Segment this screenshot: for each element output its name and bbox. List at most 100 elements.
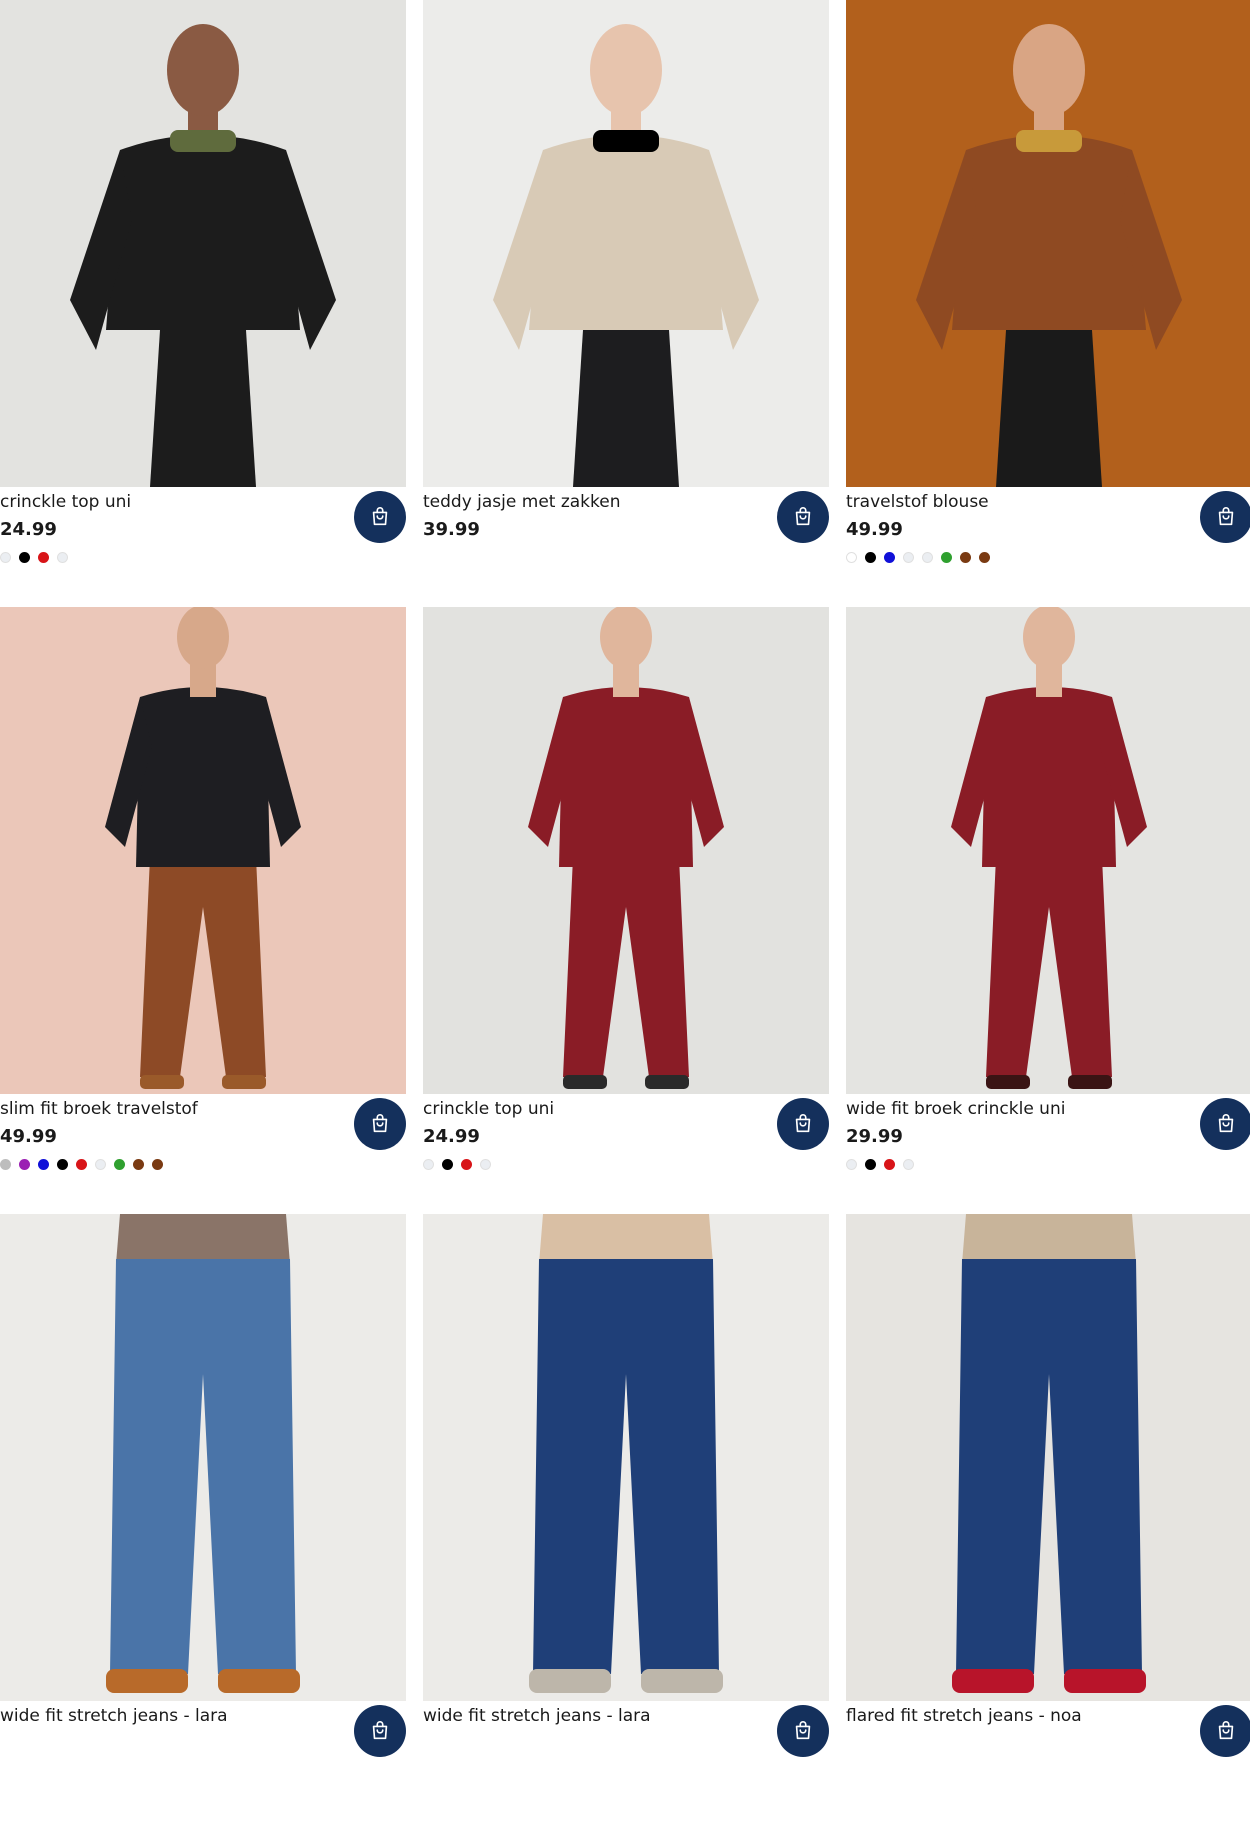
product-price: 29.99 (846, 1126, 903, 1147)
color-swatch[interactable] (19, 1159, 30, 1170)
color-swatch[interactable] (38, 552, 49, 563)
color-swatch[interactable] (461, 1159, 472, 1170)
shopping-bag-icon (372, 1114, 388, 1133)
color-swatch[interactable] (19, 552, 30, 563)
model-top (982, 687, 1116, 867)
product-title[interactable]: slim fit broek travelstof (0, 1098, 330, 1120)
product-photo[interactable] (423, 1214, 829, 1701)
color-swatch[interactable] (903, 552, 914, 563)
color-swatch[interactable] (884, 1159, 895, 1170)
product-info: wide fit stretch jeans - lara (0, 1701, 406, 1821)
color-swatch[interactable] (0, 552, 11, 563)
model-photo-image (846, 1214, 1250, 1701)
model-top (116, 1214, 290, 1264)
product-photo[interactable] (0, 607, 406, 1094)
product-card[interactable]: slim fit broek travelstof 49.99 (0, 607, 406, 1214)
product-photo[interactable] (423, 607, 829, 1094)
model-photo-image (846, 607, 1250, 1094)
product-card[interactable]: travelstof blouse 49.99 (846, 0, 1250, 607)
shopping-bag-icon (795, 507, 811, 526)
product-title[interactable]: crinckle top uni (423, 1098, 753, 1120)
product-card[interactable]: wide fit stretch jeans - lara (0, 1214, 406, 1821)
product-photo[interactable] (0, 0, 406, 487)
model-head (167, 24, 239, 116)
model-accessory (170, 130, 236, 152)
model-photo-image (0, 607, 406, 1094)
shopping-bag-icon (372, 1721, 388, 1740)
product-info: wide fit broek crinckle uni 29.99 (846, 1094, 1250, 1214)
color-swatch[interactable] (38, 1159, 49, 1170)
add-to-cart-button[interactable] (354, 1098, 406, 1150)
product-card[interactable]: crinckle top uni 24.99 (423, 607, 829, 1214)
product-info: travelstof blouse 49.99 (846, 487, 1250, 607)
product-card[interactable]: wide fit stretch jeans - lara (423, 1214, 829, 1821)
color-swatch[interactable] (95, 1159, 106, 1170)
color-swatch[interactable] (865, 1159, 876, 1170)
color-swatch[interactable] (442, 1159, 453, 1170)
model-photo-image (423, 0, 829, 487)
model-photo-image (846, 0, 1250, 487)
model-top (962, 1214, 1136, 1264)
product-card[interactable]: flared fit stretch jeans - noa (846, 1214, 1250, 1821)
product-info: crinckle top uni 24.99 (0, 487, 406, 607)
color-swatch[interactable] (57, 1159, 68, 1170)
color-swatch[interactable] (979, 552, 990, 563)
model-right-shoe (1068, 1075, 1112, 1089)
model-head (177, 607, 229, 669)
model-top (106, 135, 300, 330)
product-title[interactable]: crinckle top uni (0, 491, 330, 513)
product-photo[interactable] (846, 0, 1250, 487)
color-swatch[interactable] (480, 1159, 491, 1170)
model-head (590, 24, 662, 116)
model-left-shoe (529, 1669, 611, 1693)
model-trousers (996, 330, 1102, 487)
model-top (559, 687, 693, 867)
product-card[interactable]: crinckle top uni 24.99 (0, 0, 406, 607)
color-swatches (0, 552, 68, 563)
model-head (1013, 24, 1085, 116)
color-swatch[interactable] (57, 552, 68, 563)
product-card[interactable]: wide fit broek crinckle uni 29.99 (846, 607, 1250, 1214)
product-title[interactable]: teddy jasje met zakken (423, 491, 753, 513)
model-right-shoe (222, 1075, 266, 1089)
color-swatch[interactable] (114, 1159, 125, 1170)
shopping-bag-icon (795, 1114, 811, 1133)
color-swatch[interactable] (133, 1159, 144, 1170)
product-photo[interactable] (846, 607, 1250, 1094)
add-to-cart-button[interactable] (1200, 491, 1250, 543)
add-to-cart-button[interactable] (777, 1098, 829, 1150)
color-swatch[interactable] (960, 552, 971, 563)
color-swatch[interactable] (846, 552, 857, 563)
product-info: flared fit stretch jeans - noa (846, 1701, 1250, 1821)
color-swatch[interactable] (76, 1159, 87, 1170)
product-info: crinckle top uni 24.99 (423, 1094, 829, 1214)
color-swatch[interactable] (0, 1159, 11, 1170)
product-card[interactable]: teddy jasje met zakken 39.99 (423, 0, 829, 607)
model-photo-image (423, 607, 829, 1094)
product-photo[interactable] (846, 1214, 1250, 1701)
product-title[interactable]: travelstof blouse (846, 491, 1176, 513)
add-to-cart-button[interactable] (354, 491, 406, 543)
add-to-cart-button[interactable] (1200, 1705, 1250, 1757)
add-to-cart-button[interactable] (354, 1705, 406, 1757)
color-swatch[interactable] (846, 1159, 857, 1170)
model-left-shoe (986, 1075, 1030, 1089)
color-swatch[interactable] (941, 552, 952, 563)
product-photo[interactable] (423, 0, 829, 487)
add-to-cart-button[interactable] (777, 491, 829, 543)
color-swatch[interactable] (922, 552, 933, 563)
color-swatches (846, 1159, 914, 1170)
product-title[interactable]: wide fit broek crinckle uni (846, 1098, 1176, 1120)
color-swatch[interactable] (423, 1159, 434, 1170)
add-to-cart-button[interactable] (777, 1705, 829, 1757)
model-right-shoe (1064, 1669, 1146, 1693)
color-swatch[interactable] (152, 1159, 163, 1170)
shopping-bag-icon (1218, 507, 1234, 526)
add-to-cart-button[interactable] (1200, 1098, 1250, 1150)
product-photo[interactable] (0, 1214, 406, 1701)
product-price: 49.99 (0, 1126, 57, 1147)
product-price: 24.99 (0, 519, 57, 540)
color-swatch[interactable] (884, 552, 895, 563)
color-swatch[interactable] (903, 1159, 914, 1170)
color-swatch[interactable] (865, 552, 876, 563)
